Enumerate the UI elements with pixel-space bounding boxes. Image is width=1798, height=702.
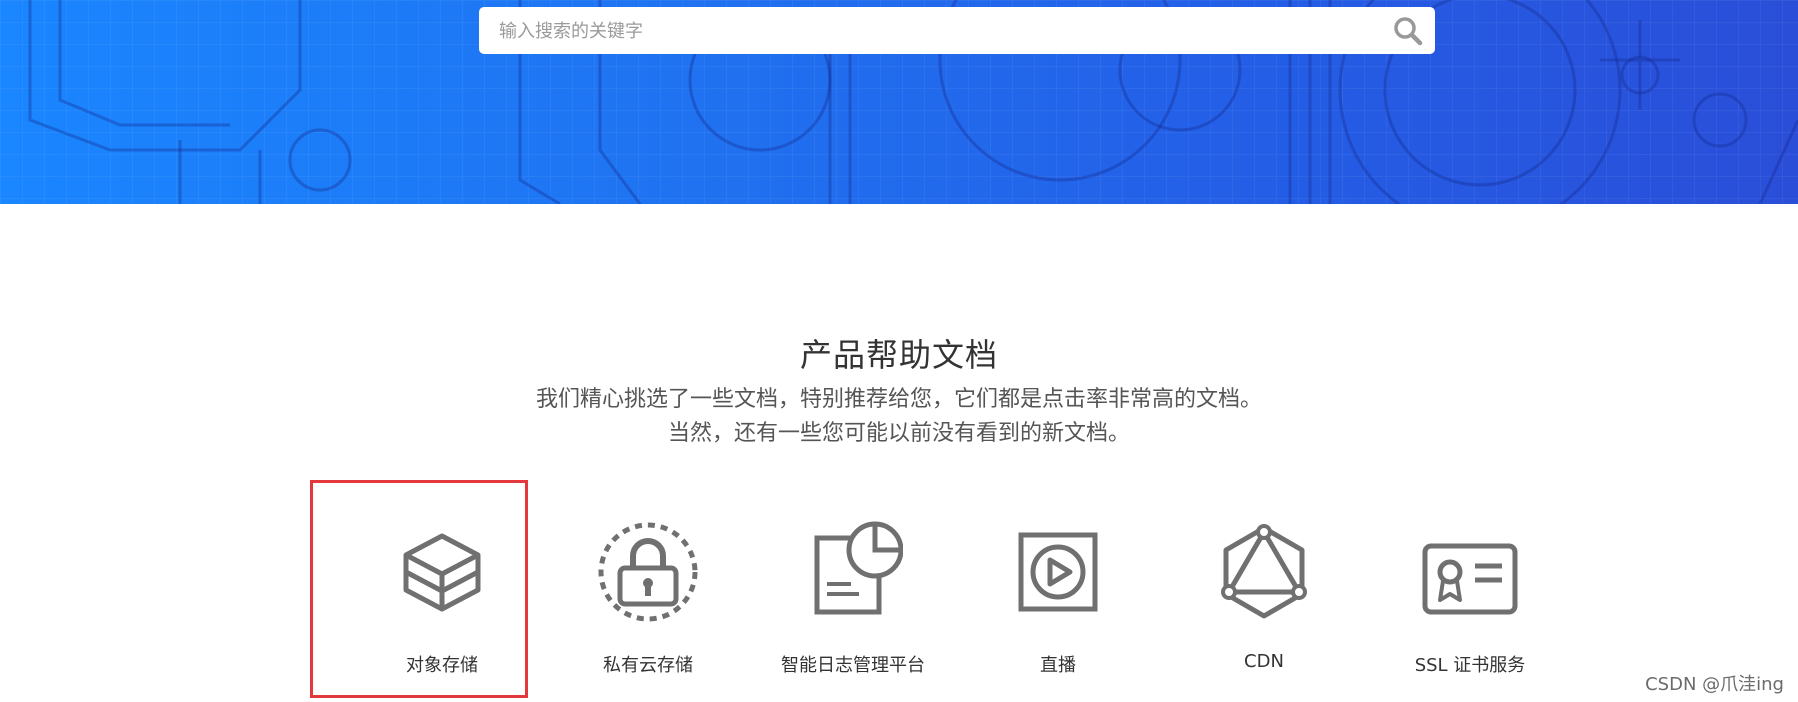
product-label: CDN [1244, 651, 1284, 672]
watermark: CSDN @爪洼ing [1645, 674, 1784, 695]
section-title: 产品帮助文档 [799, 336, 998, 374]
product-label: 直播 [1040, 655, 1076, 676]
description-line: 我们精心挑选了一些文档，特别推荐给您，它们都是点击率非常高的文档。 [535, 387, 1262, 412]
play-icon [1018, 532, 1098, 612]
product-label: 私有云存储 [603, 655, 693, 676]
log-chart-icon [814, 521, 903, 615]
product-label: SSL 证书服务 [1414, 655, 1526, 676]
product-label: 智能日志管理平台 [781, 655, 925, 676]
product-ssl-certificate[interactable]: SSL 证书服务 [1370, 520, 1570, 690]
selection-highlight [310, 480, 528, 698]
search-button[interactable] [1393, 16, 1423, 46]
product-live-streaming[interactable]: 直播 [958, 520, 1158, 690]
network-icon [1221, 524, 1307, 619]
product-private-cloud-storage[interactable]: 私有云存储 [548, 520, 748, 690]
section-description: 我们精心挑选了一些文档，特别推荐给您，它们都是点击率非常高的文档。 当然，还有一… [0, 383, 1798, 451]
search-input[interactable] [497, 7, 1361, 56]
product-cdn[interactable]: CDN [1164, 520, 1364, 690]
product-list: 对象存储 私有云存储 智能日志管理平台 直播 CDN SSL 证书服务 [0, 520, 1798, 702]
lock-icon [598, 522, 698, 622]
search-icon [1394, 17, 1423, 46]
certificate-icon [1422, 543, 1518, 615]
search-bar [479, 7, 1435, 56]
hero-banner [0, 0, 1798, 204]
product-log-management[interactable]: 智能日志管理平台 [753, 520, 953, 690]
description-line: 当然，还有一些您可能以前没有看到的新文档。 [667, 421, 1130, 446]
